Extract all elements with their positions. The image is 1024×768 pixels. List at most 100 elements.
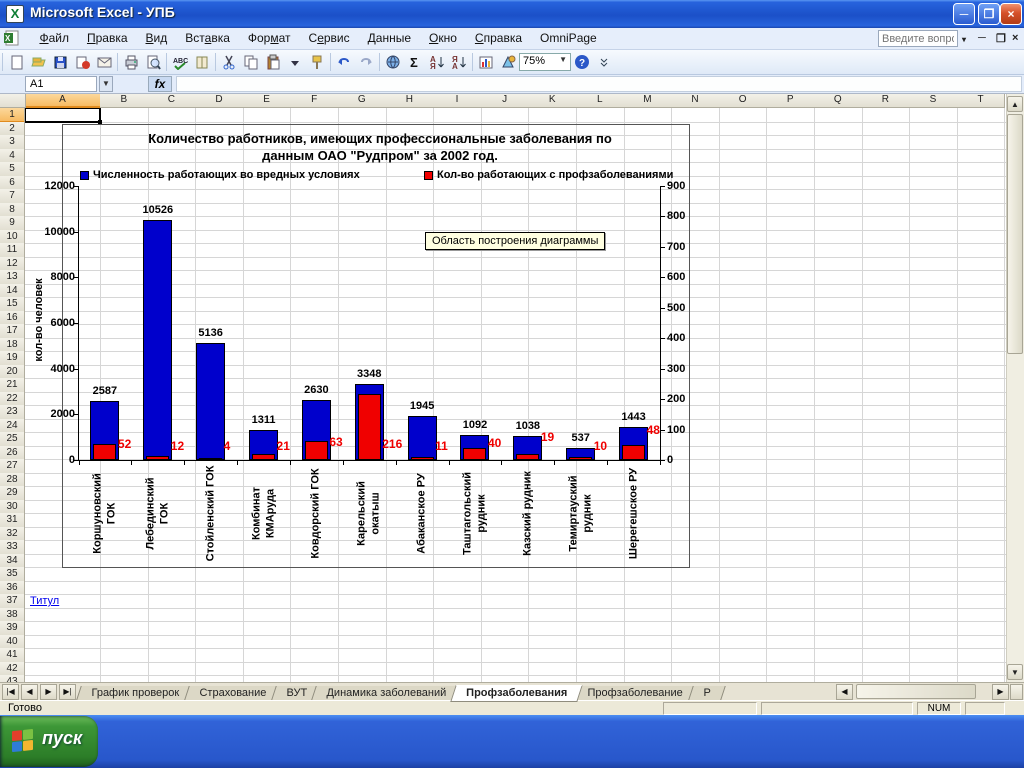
row-header-11[interactable]: 11 <box>0 243 25 258</box>
row-header-8[interactable]: 8 <box>0 203 25 218</box>
row-header-27[interactable]: 27 <box>0 459 25 474</box>
row-header-13[interactable]: 13 <box>0 270 25 285</box>
row-header-16[interactable]: 16 <box>0 311 25 326</box>
menu-данные[interactable]: Данные <box>359 28 420 50</box>
row-header-26[interactable]: 26 <box>0 446 25 461</box>
column-header-Q[interactable]: Q <box>814 94 863 108</box>
question-input[interactable] <box>878 30 958 47</box>
row-header-29[interactable]: 29 <box>0 486 25 501</box>
bar-series2[interactable] <box>516 454 539 460</box>
column-header-G[interactable]: G <box>338 94 387 108</box>
question-dropdown-icon[interactable]: ▾ <box>962 35 966 44</box>
bar-series2[interactable] <box>146 456 169 460</box>
bar-series2[interactable] <box>358 394 381 460</box>
row-header-9[interactable]: 9 <box>0 216 25 231</box>
vscroll-down-button[interactable]: ▼ <box>1007 664 1023 680</box>
column-header-J[interactable]: J <box>481 94 530 108</box>
row-header-7[interactable]: 7 <box>0 189 25 204</box>
row-header-17[interactable]: 17 <box>0 324 25 339</box>
insert-function-button[interactable]: fx <box>148 76 172 92</box>
restore-button[interactable]: ❒ <box>978 3 1000 25</box>
help-icon[interactable]: ? <box>571 52 593 73</box>
column-header-C[interactable]: C <box>148 94 197 108</box>
hscroll-right-button[interactable]: ▶ <box>992 684 1009 700</box>
row-header-10[interactable]: 10 <box>0 230 25 245</box>
column-header-H[interactable]: H <box>386 94 435 108</box>
row-header-23[interactable]: 23 <box>0 405 25 420</box>
column-header-I[interactable]: I <box>433 94 482 108</box>
column-header-A[interactable]: A <box>25 94 101 108</box>
column-header-R[interactable]: R <box>862 94 911 108</box>
row-header-3[interactable]: 3 <box>0 135 25 150</box>
undo-icon[interactable] <box>333 52 355 73</box>
menu-сервис[interactable]: Сервис <box>300 28 359 50</box>
row-header-31[interactable]: 31 <box>0 513 25 528</box>
menu-omnipage[interactable]: OmniPage <box>531 28 606 50</box>
bar-series1[interactable] <box>196 343 225 460</box>
formula-input[interactable] <box>176 76 1022 92</box>
row-header-41[interactable]: 41 <box>0 648 25 663</box>
row-header-24[interactable]: 24 <box>0 419 25 434</box>
row-header-6[interactable]: 6 <box>0 176 25 191</box>
bar-series2[interactable] <box>569 457 592 460</box>
column-header-B[interactable]: B <box>100 94 149 108</box>
select-all-corner[interactable] <box>0 94 26 108</box>
menu-окно[interactable]: Окно <box>420 28 466 50</box>
paste-icon[interactable] <box>262 52 284 73</box>
column-header-M[interactable]: M <box>624 94 673 108</box>
bar-series2[interactable] <box>622 445 645 460</box>
column-header-S[interactable]: S <box>909 94 958 108</box>
menu-вставка[interactable]: Вставка <box>176 28 239 50</box>
redo-icon[interactable] <box>355 52 377 73</box>
row-header-33[interactable]: 33 <box>0 540 25 555</box>
hyperlink-icon[interactable] <box>382 52 404 73</box>
menu-правка[interactable]: Правка <box>78 28 137 50</box>
column-header-K[interactable]: K <box>528 94 577 108</box>
last-sheet-button[interactable]: ▶| <box>59 684 76 700</box>
permission-icon[interactable] <box>71 52 93 73</box>
sheet-tab-5[interactable]: Профзаболевания <box>450 685 583 702</box>
copy-icon[interactable] <box>240 52 262 73</box>
first-sheet-button[interactable]: |◀ <box>2 684 19 700</box>
row-header-1[interactable]: 1 <box>0 108 25 123</box>
new-icon[interactable] <box>5 52 27 73</box>
cut-icon[interactable] <box>218 52 240 73</box>
menu-справка[interactable]: Справка <box>466 28 531 50</box>
bar-series2[interactable] <box>411 457 434 460</box>
hscroll-left-button[interactable]: ◀ <box>836 684 853 700</box>
chart-wizard-icon[interactable] <box>475 52 497 73</box>
name-box-dropdown-icon[interactable]: ▼ <box>99 76 113 92</box>
bar-series1[interactable] <box>143 220 172 460</box>
column-header-T[interactable]: T <box>957 94 1006 108</box>
close-button[interactable]: × <box>1000 3 1022 25</box>
row-header-38[interactable]: 38 <box>0 608 25 623</box>
bar-series2[interactable] <box>93 444 116 460</box>
minimize-button[interactable]: ─ <box>953 3 975 25</box>
row-header-20[interactable]: 20 <box>0 365 25 380</box>
row-header-34[interactable]: 34 <box>0 554 25 569</box>
bar-series2[interactable] <box>252 454 275 460</box>
row-header-2[interactable]: 2 <box>0 122 25 137</box>
row-header-21[interactable]: 21 <box>0 378 25 393</box>
format-painter-icon[interactable] <box>306 52 328 73</box>
toolbar-options-icon[interactable] <box>593 52 615 73</box>
workbook-minimize-icon[interactable]: ─ <box>978 32 986 44</box>
mail-icon[interactable] <box>93 52 115 73</box>
next-sheet-button[interactable]: ▶ <box>40 684 57 700</box>
bar-series2[interactable] <box>305 441 328 460</box>
row-header-19[interactable]: 19 <box>0 351 25 366</box>
sort-ascending-icon[interactable]: АЯ <box>426 52 448 73</box>
sort-descending-icon[interactable]: ЯА <box>448 52 470 73</box>
vscrollbar-thumb[interactable] <box>1007 114 1023 354</box>
save-icon[interactable] <box>49 52 71 73</box>
row-header-36[interactable]: 36 <box>0 581 25 596</box>
menu-формат[interactable]: Формат <box>239 28 300 50</box>
bar-series2[interactable] <box>463 448 486 460</box>
row-header-40[interactable]: 40 <box>0 635 25 650</box>
row-header-14[interactable]: 14 <box>0 284 25 299</box>
row-header-43[interactable]: 43 <box>0 675 25 682</box>
zoom-dropdown-icon[interactable]: ▼ <box>559 55 567 64</box>
row-header-32[interactable]: 32 <box>0 527 25 542</box>
tab-split-handle[interactable] <box>1010 684 1023 700</box>
row-header-25[interactable]: 25 <box>0 432 25 447</box>
